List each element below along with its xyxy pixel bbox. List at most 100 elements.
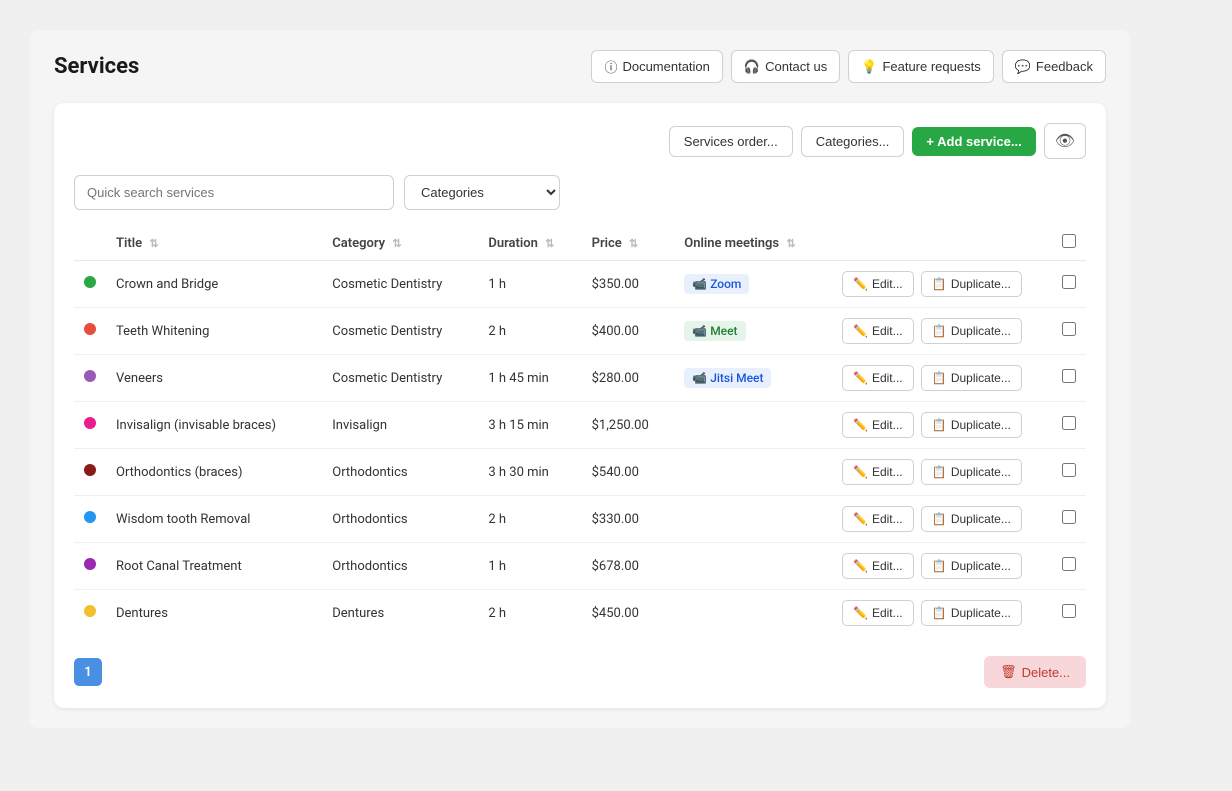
edit-button[interactable]: ✏️ Edit... bbox=[842, 365, 914, 391]
duration-cell: 1 h 45 min bbox=[478, 355, 581, 402]
duplicate-button[interactable]: 📋 Duplicate... bbox=[921, 553, 1022, 579]
meeting-cell bbox=[674, 590, 832, 637]
visibility-button[interactable]: 👁 bbox=[1044, 123, 1086, 159]
title-cell: Wisdom tooth Removal bbox=[106, 496, 322, 543]
status-dot bbox=[84, 276, 96, 288]
edit-icon: ✏️ bbox=[853, 418, 868, 432]
row-checkbox[interactable] bbox=[1062, 557, 1076, 571]
edit-label: Edit... bbox=[872, 418, 903, 432]
headset-icon: 🎧 bbox=[744, 59, 760, 75]
dot-cell bbox=[74, 590, 106, 637]
edit-button[interactable]: ✏️ Edit... bbox=[842, 271, 914, 297]
delete-label: Delete... bbox=[1022, 665, 1070, 680]
dot-cell bbox=[74, 543, 106, 590]
edit-button[interactable]: ✏️ Edit... bbox=[842, 412, 914, 438]
duplicate-label: Duplicate... bbox=[951, 277, 1011, 291]
actions-cell: ✏️ Edit... 📋 Duplicate... bbox=[832, 261, 1052, 308]
content-card: Services order... Categories... + Add se… bbox=[54, 103, 1106, 708]
duplicate-button[interactable]: 📋 Duplicate... bbox=[921, 271, 1022, 297]
toolbar: Services order... Categories... + Add se… bbox=[74, 123, 1086, 159]
status-dot bbox=[84, 511, 96, 523]
duration-cell: 3 h 30 min bbox=[478, 449, 581, 496]
row-checkbox[interactable] bbox=[1062, 604, 1076, 618]
row-checkbox[interactable] bbox=[1062, 275, 1076, 289]
category-select[interactable]: Categories Cosmetic Dentistry Invisalign… bbox=[404, 175, 560, 210]
edit-label: Edit... bbox=[872, 512, 903, 526]
category-cell: Cosmetic Dentistry bbox=[322, 355, 478, 402]
categories-button[interactable]: Categories... bbox=[801, 126, 905, 157]
page-title: Services bbox=[54, 54, 139, 79]
duplicate-button[interactable]: 📋 Duplicate... bbox=[921, 365, 1022, 391]
search-row: Categories Cosmetic Dentistry Invisalign… bbox=[74, 175, 1086, 210]
feature-requests-label: Feature requests bbox=[882, 59, 980, 74]
title-cell: Veneers bbox=[106, 355, 322, 402]
info-icon: ⓘ bbox=[604, 57, 617, 76]
edit-icon: ✏️ bbox=[853, 559, 868, 573]
edit-button[interactable]: ✏️ Edit... bbox=[842, 318, 914, 344]
actions-cell: ✏️ Edit... 📋 Duplicate... bbox=[832, 402, 1052, 449]
status-dot bbox=[84, 370, 96, 382]
status-dot bbox=[84, 323, 96, 335]
price-cell: $1,250.00 bbox=[582, 402, 675, 449]
row-checkbox[interactable] bbox=[1062, 322, 1076, 336]
row-checkbox[interactable] bbox=[1062, 369, 1076, 383]
checkbox-cell bbox=[1052, 402, 1086, 449]
duration-cell: 1 h bbox=[478, 261, 581, 308]
services-order-label: Services order... bbox=[684, 134, 778, 149]
delete-button[interactable]: 🗑 Delete... bbox=[984, 656, 1086, 688]
table-row: Dentures Dentures 2 h $450.00 ✏️ Edit...… bbox=[74, 590, 1086, 637]
chat-icon: 💬 bbox=[1015, 59, 1031, 75]
category-sort-icon: ⇅ bbox=[392, 237, 401, 250]
online-meetings-sort-icon: ⇅ bbox=[786, 237, 795, 250]
duplicate-button[interactable]: 📋 Duplicate... bbox=[921, 318, 1022, 344]
duplicate-button[interactable]: 📋 Duplicate... bbox=[921, 506, 1022, 532]
documentation-button[interactable]: ⓘ Documentation bbox=[591, 50, 722, 83]
edit-button[interactable]: ✏️ Edit... bbox=[842, 506, 914, 532]
edit-icon: ✏️ bbox=[853, 606, 868, 620]
page-container: Services ⓘ Documentation 🎧 Contact us 💡 … bbox=[30, 30, 1130, 728]
title-cell: Orthodontics (braces) bbox=[106, 449, 322, 496]
meeting-cell: 📹 Meet bbox=[674, 308, 832, 355]
actions-cell: ✏️ Edit... 📋 Duplicate... bbox=[832, 449, 1052, 496]
duration-sort-icon: ⇅ bbox=[545, 237, 554, 250]
meeting-badge: 📹 Zoom bbox=[684, 274, 749, 294]
categories-label: Categories... bbox=[816, 134, 890, 149]
select-all-checkbox[interactable] bbox=[1062, 234, 1076, 248]
feature-requests-button[interactable]: 💡 Feature requests bbox=[848, 50, 993, 83]
table-row: Wisdom tooth Removal Orthodontics 2 h $3… bbox=[74, 496, 1086, 543]
meeting-cell bbox=[674, 402, 832, 449]
edit-label: Edit... bbox=[872, 277, 903, 291]
edit-button[interactable]: ✏️ Edit... bbox=[842, 459, 914, 485]
add-service-label: + Add service... bbox=[926, 134, 1021, 149]
feedback-button[interactable]: 💬 Feedback bbox=[1002, 50, 1106, 83]
duplicate-icon: 📋 bbox=[932, 324, 947, 338]
duplicate-button[interactable]: 📋 Duplicate... bbox=[921, 600, 1022, 626]
edit-button[interactable]: ✏️ Edit... bbox=[842, 600, 914, 626]
status-dot bbox=[84, 464, 96, 476]
duplicate-icon: 📋 bbox=[932, 418, 947, 432]
footer-row: 1 🗑 Delete... bbox=[74, 656, 1086, 688]
add-service-button[interactable]: + Add service... bbox=[912, 127, 1035, 156]
services-order-button[interactable]: Services order... bbox=[669, 126, 793, 157]
checkbox-cell bbox=[1052, 261, 1086, 308]
edit-icon: ✏️ bbox=[853, 324, 868, 338]
duplicate-button[interactable]: 📋 Duplicate... bbox=[921, 459, 1022, 485]
contact-button[interactable]: 🎧 Contact us bbox=[731, 50, 840, 83]
meeting-cell: 📹 Zoom bbox=[674, 261, 832, 308]
title-sort-icon: ⇅ bbox=[149, 237, 158, 250]
edit-button[interactable]: ✏️ Edit... bbox=[842, 553, 914, 579]
duplicate-button[interactable]: 📋 Duplicate... bbox=[921, 412, 1022, 438]
documentation-label: Documentation bbox=[622, 59, 709, 74]
row-checkbox[interactable] bbox=[1062, 510, 1076, 524]
price-cell: $280.00 bbox=[582, 355, 675, 402]
dot-cell bbox=[74, 449, 106, 496]
lightbulb-icon: 💡 bbox=[861, 59, 877, 75]
search-input[interactable] bbox=[74, 175, 394, 210]
price-col-header: Price ⇅ bbox=[582, 226, 675, 261]
row-checkbox[interactable] bbox=[1062, 416, 1076, 430]
table-row: Teeth Whitening Cosmetic Dentistry 2 h $… bbox=[74, 308, 1086, 355]
row-checkbox[interactable] bbox=[1062, 463, 1076, 477]
duration-cell: 2 h bbox=[478, 308, 581, 355]
duration-cell: 2 h bbox=[478, 496, 581, 543]
actions-cell: ✏️ Edit... 📋 Duplicate... bbox=[832, 543, 1052, 590]
